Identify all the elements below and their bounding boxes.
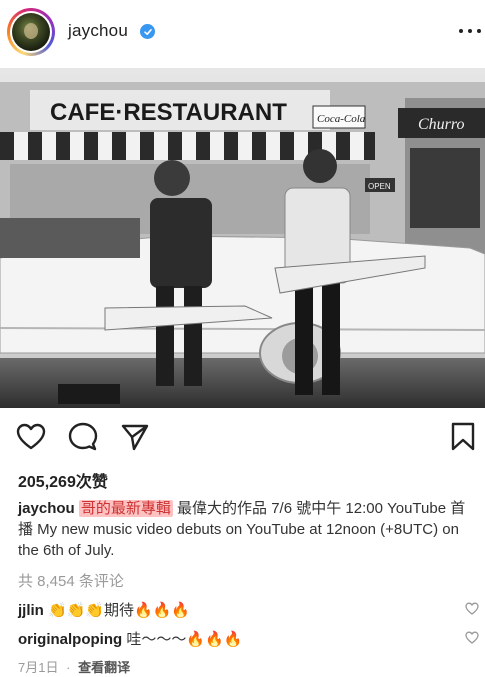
post-image[interactable]: CAFE·RESTAURANT Coca-Cola Churro OPEN — [0, 68, 485, 408]
comment-item: jjlin 👏👏👏期待🔥🔥🔥 — [18, 599, 458, 620]
comment-username[interactable]: originalpoping — [18, 631, 122, 648]
comment-item: originalpoping 哇～～～🔥🔥🔥 — [18, 628, 458, 649]
meta-separator: · — [66, 660, 71, 675]
heart-icon[interactable] — [14, 420, 48, 454]
see-translation-link[interactable]: 查看翻译 — [78, 660, 130, 675]
comment-username[interactable]: jjlin — [18, 602, 44, 619]
comment-text: 哇～～～🔥🔥🔥 — [126, 631, 243, 648]
churro-sign-text: Churro — [418, 116, 465, 133]
caption-highlight: 哥的最新專輯 — [78, 500, 173, 517]
bookmark-icon[interactable] — [446, 420, 480, 454]
post-header: jaychou — [0, 0, 485, 64]
post-caption: jaychou 哥的最新專輯 最偉大的作品 7/6 號中午 12:00 YouT… — [18, 498, 478, 561]
comment-icon[interactable] — [66, 420, 100, 454]
avatar[interactable] — [7, 8, 55, 56]
open-sign-text: OPEN — [368, 182, 391, 191]
more-options-icon[interactable] — [459, 22, 481, 40]
avatar-image — [12, 13, 50, 51]
verified-badge-icon — [140, 24, 155, 39]
paper-plane-icon[interactable] — [118, 420, 152, 454]
post-date: 7月1日 — [18, 660, 59, 675]
post-meta: 7月1日 · 查看翻译 — [18, 657, 130, 676]
comment-like-heart-icon[interactable] — [465, 631, 479, 645]
post-actions — [0, 420, 485, 454]
cola-sign-text: Coca-Cola — [317, 113, 366, 125]
comment-text: 👏👏👏期待🔥🔥🔥 — [48, 602, 191, 619]
post-photo-illustration: CAFE·RESTAURANT Coca-Cola Churro OPEN — [0, 68, 485, 408]
username[interactable]: jaychou — [68, 21, 128, 41]
cafe-sign-text: CAFE·RESTAURANT — [50, 99, 287, 126]
caption-username[interactable]: jaychou — [18, 500, 75, 517]
likes-count[interactable]: 205,269次赞 — [18, 468, 108, 492]
comment-like-heart-icon[interactable] — [465, 602, 479, 616]
view-comments-link[interactable]: 共 8,454 条评论 — [18, 570, 124, 591]
